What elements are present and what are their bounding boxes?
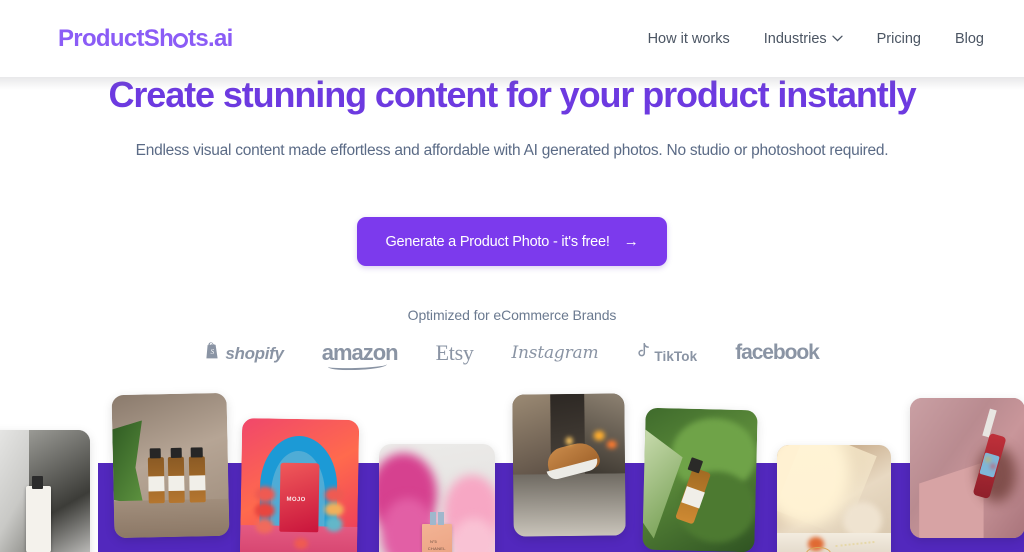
gallery-card[interactable] — [910, 398, 1024, 538]
brand-label-wrap: amazon — [322, 340, 399, 371]
gallery-card[interactable] — [777, 445, 891, 552]
gallery-card[interactable] — [0, 430, 90, 552]
nav-label: Industries — [763, 30, 827, 47]
gallery-image — [512, 393, 626, 537]
gallery-card[interactable] — [642, 407, 758, 552]
product-image-gallery: MOJO N°5 CHANEL — [0, 380, 1024, 552]
gallery-image — [777, 445, 891, 552]
gallery-image: N°5 CHANEL — [379, 444, 495, 552]
cta-label: Generate a Product Photo - it's free! — [385, 233, 610, 250]
nav-label: Pricing — [876, 30, 921, 47]
chevron-down-icon — [831, 34, 843, 45]
arrow-right-icon: → — [623, 233, 639, 250]
gallery-card[interactable]: MOJO — [239, 417, 360, 552]
brand-logo-amazon: amazon — [322, 340, 399, 371]
brand-label: TikTok — [654, 348, 698, 364]
brand-logo-etsy: Etsy — [436, 340, 474, 366]
cta-container: Generate a Product Photo - it's free! → — [0, 217, 1024, 266]
brand-label: shopify — [225, 344, 284, 363]
gallery-image: MOJO — [239, 417, 360, 552]
nav-label: How it works — [647, 30, 730, 47]
shopping-bag-icon: S — [205, 342, 220, 364]
swoosh-icon — [327, 360, 387, 371]
svg-text:S: S — [211, 348, 215, 356]
nav-item-pricing[interactable]: Pricing — [877, 31, 921, 47]
gallery-card[interactable] — [111, 392, 230, 539]
site-header: ProductSh ts.ai How it works Industries P… — [0, 0, 1024, 77]
generate-product-photo-button[interactable]: Generate a Product Photo - it's free! → — [357, 217, 667, 266]
nav-label: Blog — [954, 30, 984, 47]
nav-item-blog[interactable]: Blog — [955, 31, 984, 47]
landing-page: ProductSh ts.ai How it works Industries P… — [0, 0, 1024, 552]
gallery-card[interactable] — [512, 393, 626, 537]
logo-text-secondary: ts.ai — [188, 24, 233, 52]
nav-item-how-it-works[interactable]: How it works — [648, 31, 730, 47]
brand-logo-instagram: Instagram — [512, 343, 599, 363]
main-navigation: How it works Industries Pricing Blog — [648, 31, 984, 47]
logo-text-primary: ProductSh — [58, 24, 174, 52]
brand-label: facebook — [735, 341, 820, 364]
brand-logo-facebook: facebook — [735, 341, 820, 365]
social-proof-label: Optimized for eCommerce Brands — [407, 307, 617, 323]
camera-aperture-icon — [173, 33, 189, 48]
brand-label: Instagram — [511, 343, 599, 363]
header-shadow — [0, 77, 1024, 90]
nav-item-industries[interactable]: Industries — [764, 31, 843, 47]
hero-subtitle: Endless visual content made effortless a… — [135, 142, 889, 159]
gallery-image — [642, 407, 758, 552]
gallery-image — [910, 398, 1024, 538]
logo[interactable]: ProductSh ts.ai — [58, 25, 233, 53]
gallery-image — [0, 430, 90, 552]
brand-logo-row: S shopify amazon Etsy Instagram TikTok f… — [0, 340, 1024, 371]
brand-label: Etsy — [435, 340, 474, 365]
gallery-card[interactable]: N°5 CHANEL — [379, 444, 495, 552]
brand-logo-tiktok: TikTok — [636, 342, 698, 364]
brand-logo-shopify: S shopify — [205, 342, 284, 364]
gallery-image — [111, 392, 230, 539]
music-note-icon — [636, 342, 650, 364]
